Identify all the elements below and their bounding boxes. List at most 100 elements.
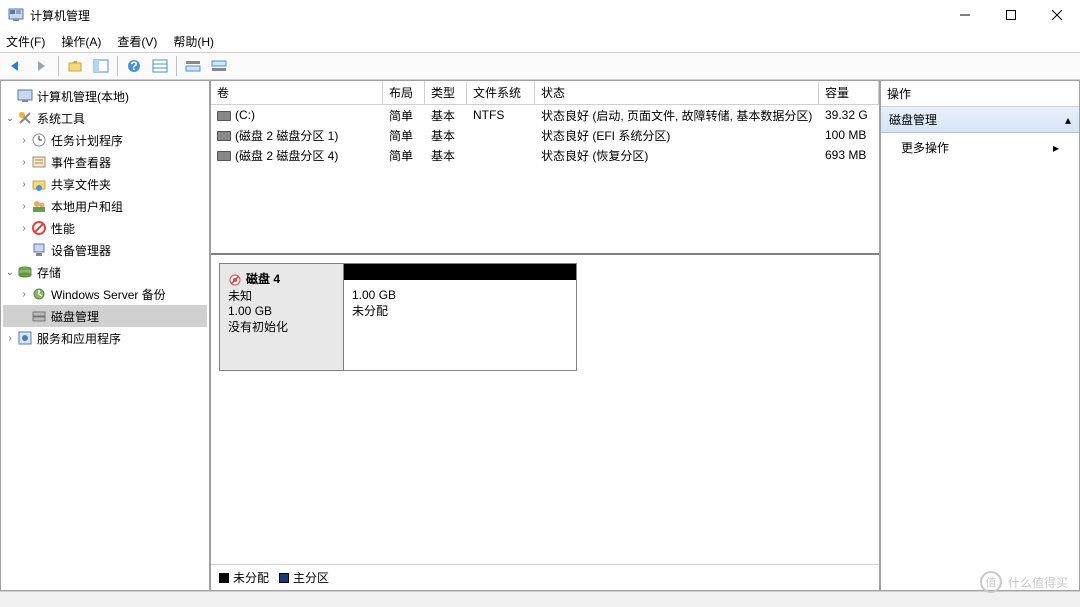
expand-icon[interactable]: › bbox=[17, 135, 31, 146]
watermark-icon: 值 bbox=[980, 571, 1002, 593]
volume-status: 状态良好 (启动, 页面文件, 故障转储, 基本数据分区) bbox=[535, 107, 819, 124]
tree-event-viewer[interactable]: › 事件查看器 bbox=[3, 151, 207, 173]
window-controls bbox=[942, 0, 1080, 30]
legend-unallocated: 未分配 bbox=[219, 569, 269, 586]
expand-icon[interactable]: › bbox=[17, 223, 31, 234]
tree-shared-folders[interactable]: › 共享文件夹 bbox=[3, 173, 207, 195]
minimize-button[interactable] bbox=[942, 0, 988, 30]
toolbar: ? bbox=[0, 52, 1080, 80]
volume-list-header: 卷 布局 类型 文件系统 状态 容量 bbox=[211, 81, 879, 105]
expand-icon[interactable]: ⌄ bbox=[3, 267, 17, 278]
expand-icon[interactable]: › bbox=[17, 201, 31, 212]
maximize-button[interactable] bbox=[988, 0, 1034, 30]
window-title: 计算机管理 bbox=[30, 7, 942, 24]
disk-view-bottom-button[interactable] bbox=[207, 55, 231, 77]
back-button[interactable] bbox=[4, 55, 28, 77]
action-label: 更多操作 bbox=[901, 139, 949, 156]
up-button[interactable] bbox=[63, 55, 87, 77]
toolbar-separator bbox=[117, 56, 118, 76]
watermark: 值 什么值得买 bbox=[980, 571, 1068, 593]
col-filesystem[interactable]: 文件系统 bbox=[467, 81, 535, 104]
volume-name: (磁盘 2 磁盘分区 4) bbox=[235, 149, 338, 163]
tree-device-manager[interactable]: 设备管理器 bbox=[3, 239, 207, 261]
shared-folder-icon bbox=[31, 176, 47, 192]
tree-root[interactable]: 计算机管理(本地) bbox=[3, 85, 207, 107]
volume-capacity: 693 MB bbox=[819, 148, 879, 162]
col-layout[interactable]: 布局 bbox=[383, 81, 425, 104]
volume-row[interactable]: (磁盘 2 磁盘分区 1) 简单 基本 状态良好 (EFI 系统分区) 100 … bbox=[211, 125, 879, 145]
nav-tree: 计算机管理(本地) ⌄ 系统工具 › 任务计划程序 › 事件查看器 › 共享文件… bbox=[1, 81, 209, 590]
clock-icon bbox=[31, 132, 47, 148]
device-icon bbox=[31, 242, 47, 258]
action-category[interactable]: 磁盘管理 ▴ bbox=[881, 107, 1079, 133]
legend: 未分配 主分区 bbox=[211, 564, 879, 590]
volume-layout: 简单 bbox=[383, 107, 425, 124]
volume-type: 基本 bbox=[425, 147, 467, 164]
col-type[interactable]: 类型 bbox=[425, 81, 467, 104]
svg-text:?: ? bbox=[130, 59, 137, 73]
volume-row[interactable]: (C:) 简单 基本 NTFS 状态良好 (启动, 页面文件, 故障转储, 基本… bbox=[211, 105, 879, 125]
volume-capacity: 39.32 G bbox=[819, 108, 879, 122]
show-hide-tree-button[interactable] bbox=[89, 55, 113, 77]
disk-size: 1.00 GB bbox=[228, 304, 335, 318]
expand-icon[interactable]: › bbox=[3, 333, 17, 344]
drive-icon bbox=[217, 111, 231, 121]
legend-swatch bbox=[219, 573, 229, 583]
close-button[interactable] bbox=[1034, 0, 1080, 30]
tree-label: 存储 bbox=[37, 264, 61, 281]
tree-system-tools[interactable]: ⌄ 系统工具 bbox=[3, 107, 207, 129]
col-status[interactable]: 状态 bbox=[535, 81, 819, 104]
expand-icon[interactable]: › bbox=[17, 157, 31, 168]
tree-label: 事件查看器 bbox=[51, 154, 111, 171]
tree-local-users[interactable]: › 本地用户和组 bbox=[3, 195, 207, 217]
volume-name: (磁盘 2 磁盘分区 1) bbox=[235, 129, 338, 143]
tree-storage[interactable]: ⌄ 存储 bbox=[3, 261, 207, 283]
tree-pane: 计算机管理(本地) ⌄ 系统工具 › 任务计划程序 › 事件查看器 › 共享文件… bbox=[0, 80, 210, 591]
horizontal-scrollbar[interactable] bbox=[0, 591, 1080, 607]
tree-services-apps[interactable]: › 服务和应用程序 bbox=[3, 327, 207, 349]
tree-label: 系统工具 bbox=[37, 110, 85, 127]
expand-icon[interactable]: › bbox=[17, 179, 31, 190]
expand-icon[interactable]: ⌄ bbox=[3, 113, 17, 124]
col-volume[interactable]: 卷 bbox=[211, 81, 383, 104]
tree-task-scheduler[interactable]: › 任务计划程序 bbox=[3, 129, 207, 151]
disk-view-top-button[interactable] bbox=[181, 55, 205, 77]
disk-partition[interactable]: 1.00 GB 未分配 bbox=[344, 264, 576, 370]
menu-help[interactable]: 帮助(H) bbox=[173, 33, 214, 50]
tree-performance[interactable]: › 性能 bbox=[3, 217, 207, 239]
action-category-label: 磁盘管理 bbox=[889, 111, 937, 128]
tree-label: Windows Server 备份 bbox=[51, 286, 166, 303]
forward-button[interactable] bbox=[30, 55, 54, 77]
menu-action[interactable]: 操作(A) bbox=[61, 33, 101, 50]
volume-list: (C:) 简单 基本 NTFS 状态良好 (启动, 页面文件, 故障转储, 基本… bbox=[211, 105, 879, 255]
tree-label: 设备管理器 bbox=[51, 242, 111, 259]
services-icon bbox=[17, 330, 33, 346]
tree-label: 计算机管理(本地) bbox=[37, 88, 129, 105]
volume-type: 基本 bbox=[425, 127, 467, 144]
tree-disk-management[interactable]: 磁盘管理 bbox=[3, 305, 207, 327]
tree-ws-backup[interactable]: › Windows Server 备份 bbox=[3, 283, 207, 305]
performance-icon bbox=[31, 220, 47, 236]
tree-label: 性能 bbox=[51, 220, 75, 237]
view-details-button[interactable] bbox=[148, 55, 172, 77]
partition-status: 未分配 bbox=[352, 302, 568, 319]
menu-file[interactable]: 文件(F) bbox=[6, 33, 45, 50]
partition-bar bbox=[344, 264, 576, 280]
drive-icon bbox=[217, 131, 231, 141]
actions-header: 操作 bbox=[881, 81, 1079, 107]
legend-label: 主分区 bbox=[293, 569, 329, 586]
legend-swatch bbox=[279, 573, 289, 583]
toolbar-separator bbox=[176, 56, 177, 76]
help-button[interactable]: ? bbox=[122, 55, 146, 77]
expand-icon[interactable]: › bbox=[17, 289, 31, 300]
menu-view[interactable]: 查看(V) bbox=[117, 33, 157, 50]
col-capacity[interactable]: 容量 bbox=[819, 81, 879, 104]
action-more[interactable]: 更多操作 ▸ bbox=[881, 133, 1079, 162]
tools-icon bbox=[17, 110, 33, 126]
disk-card[interactable]: 磁盘 4 未知 1.00 GB 没有初始化 1.00 GB 未分配 bbox=[219, 263, 577, 371]
volume-status: 状态良好 (EFI 系统分区) bbox=[535, 127, 819, 144]
collapse-icon: ▴ bbox=[1065, 113, 1071, 127]
partition-body: 1.00 GB 未分配 bbox=[344, 280, 576, 370]
volume-row[interactable]: (磁盘 2 磁盘分区 4) 简单 基本 状态良好 (恢复分区) 693 MB bbox=[211, 145, 879, 165]
main-pane: 卷 布局 类型 文件系统 状态 容量 (C:) 简单 基本 NTFS 状态良好 … bbox=[210, 80, 880, 591]
